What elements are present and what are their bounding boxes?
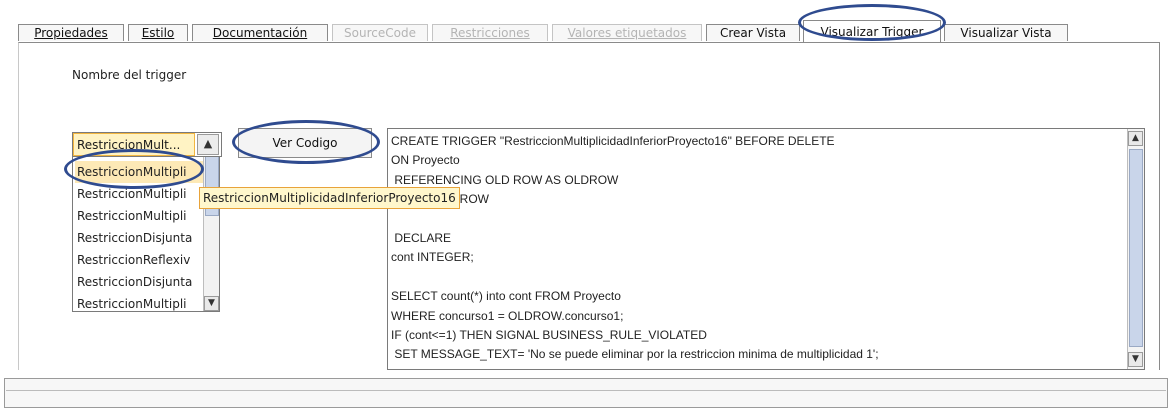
tab-restricciones: Restricciones xyxy=(432,24,548,41)
tab-bar: Propiedades Estilo Documentación SourceC… xyxy=(18,20,1078,42)
trigger-combo-box[interactable]: RestriccionMult... ▲ xyxy=(72,132,222,157)
list-item[interactable]: RestriccionMultipli xyxy=(75,293,205,311)
list-item[interactable]: RestriccionDisjunta xyxy=(75,271,205,293)
tab-documentacion[interactable]: Documentación xyxy=(192,24,328,41)
tab-visualizar-vista[interactable]: Visualizar Vista xyxy=(944,24,1068,41)
list-item[interactable]: RestriccionMultipli xyxy=(75,205,205,227)
tab-valores-etiquetados: Valores etiquetados xyxy=(552,24,702,41)
tab-sourcecode: SourceCode xyxy=(332,24,428,41)
status-bar xyxy=(4,378,1168,408)
code-scroll-thumb[interactable] xyxy=(1129,149,1143,347)
code-scrollbar[interactable]: ▲ ▼ xyxy=(1127,129,1144,369)
tab-visualizar-trigger[interactable]: Visualizar Trigger xyxy=(803,20,941,42)
status-bar-inner xyxy=(6,380,1166,391)
tab-propiedades[interactable]: Propiedades xyxy=(18,24,124,41)
list-item[interactable]: RestriccionDisjunta xyxy=(75,227,205,249)
trigger-dropdown-list[interactable]: RestriccionMultipli RestriccionMultipli … xyxy=(72,137,220,312)
tab-crear-vista[interactable]: Crear Vista xyxy=(706,24,800,41)
list-item[interactable]: RestriccionReflexiv xyxy=(75,249,205,271)
tab-estilo[interactable]: Estilo xyxy=(128,24,188,41)
scroll-down-icon[interactable]: ▼ xyxy=(204,296,219,311)
list-item-selected[interactable]: RestriccionMultipli xyxy=(75,161,205,183)
scroll-up-icon[interactable]: ▲ xyxy=(1128,131,1143,146)
scroll-down-icon[interactable]: ▼ xyxy=(1128,352,1143,367)
trigger-name-label: Nombre del trigger xyxy=(72,68,187,82)
combo-arrow-icon[interactable]: ▲ xyxy=(197,134,219,155)
sql-code-text[interactable]: CREATE TRIGGER "RestriccionMultiplicidad… xyxy=(391,132,879,369)
list-item[interactable]: RestriccionMultipli xyxy=(75,183,205,205)
combo-selected-value[interactable]: RestriccionMult... xyxy=(73,133,195,156)
item-tooltip: RestriccionMultiplicidadInferiorProyecto… xyxy=(199,187,460,209)
list-scrollbar[interactable]: ▲ ▼ xyxy=(203,138,219,311)
sql-code-area[interactable]: CREATE TRIGGER "RestriccionMultiplicidad… xyxy=(387,128,1145,370)
ver-codigo-button[interactable]: Ver Codigo xyxy=(238,128,372,158)
